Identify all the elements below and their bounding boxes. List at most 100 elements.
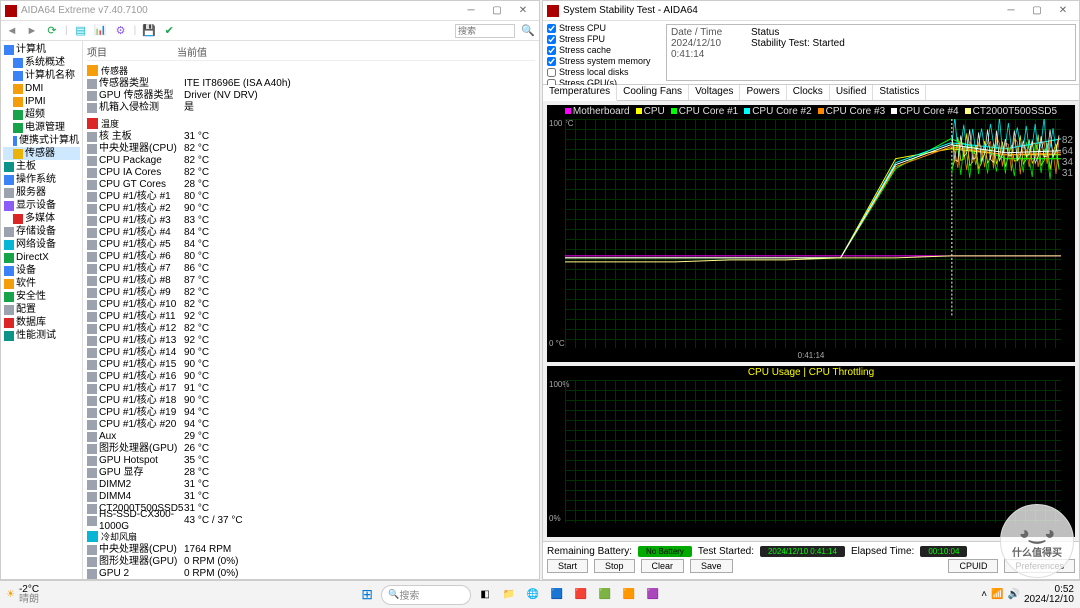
sensor-row: CPU #1/核心 #290 °C xyxy=(87,203,535,215)
tab-clocks[interactable]: Clocks xyxy=(787,85,830,100)
sensor-row: CPU #1/核心 #1192 °C xyxy=(87,311,535,323)
tree-item[interactable]: 超频 xyxy=(3,108,80,121)
cpuid-button[interactable]: CPUID xyxy=(948,559,998,573)
tab-statistics[interactable]: Statistics xyxy=(873,85,926,100)
sensor-row: Aux29 °C xyxy=(87,431,535,443)
stress-checkbox[interactable]: Stress system memory xyxy=(547,56,659,67)
tree-item[interactable]: 网络设备 xyxy=(3,238,80,251)
tree-item[interactable]: 便携式计算机 xyxy=(3,134,80,147)
tree-item[interactable]: DirectX xyxy=(3,251,80,264)
sensor-row: CPU #1/核心 #1282 °C xyxy=(87,323,535,335)
minimize-button[interactable]: ─ xyxy=(459,5,483,16)
taskbar[interactable]: ☀ -2°C 晴朗 ⊞ 🔍 搜索 ◧ 📁 🌐 🟦 🟥 🟩 🟧 🟪 ˄ 📶 🔊 0… xyxy=(0,580,1080,608)
tree-item[interactable]: 显示设备 xyxy=(3,199,80,212)
sensor-row: CPU #1/核心 #1791 °C xyxy=(87,383,535,395)
tree-item[interactable]: 计算机 xyxy=(3,43,80,56)
tree-item[interactable]: 电源管理 xyxy=(3,121,80,134)
tree-item[interactable]: DMI xyxy=(3,82,80,95)
tree-item[interactable]: 配置 xyxy=(3,303,80,316)
stress-checkbox[interactable]: Stress FPU xyxy=(547,34,659,45)
network-icon[interactable]: 📶 xyxy=(991,589,1003,600)
sensor-row: 图形处理器(GPU)26 °C xyxy=(87,443,535,455)
app-icon-1[interactable]: 🟦 xyxy=(547,585,567,605)
explorer-icon[interactable]: 📁 xyxy=(499,585,519,605)
test-started: 2024/12/10 0:41:14 xyxy=(760,546,845,557)
nav-tree[interactable]: 计算机系统概述计算机名称DMIIPMI超频电源管理便携式计算机传感器主板操作系统… xyxy=(1,41,83,579)
stop-button[interactable]: Stop xyxy=(594,559,635,573)
app-icon-2[interactable]: 🟥 xyxy=(571,585,591,605)
section-header: 传感器 xyxy=(87,64,535,77)
sensor-row: 中央处理器(CPU)1764 RPM xyxy=(87,544,535,556)
volume-icon[interactable]: 🔊 xyxy=(1007,589,1019,600)
legend-item: CPU Core #1 xyxy=(671,106,738,117)
toolbar: ◄ ► ⟳ | ▤ 📊 ⚙ | 💾 ✔ 🔍 xyxy=(1,21,539,41)
stability-test-window: System Stability Test - AIDA64 ─ ▢ ✕ Str… xyxy=(542,0,1080,580)
tab-powers[interactable]: Powers xyxy=(740,85,786,100)
sensor-row: CPU #1/核心 #584 °C xyxy=(87,239,535,251)
save-icon[interactable]: 💾 xyxy=(142,24,156,38)
taskbar-search[interactable]: 🔍 搜索 xyxy=(381,585,471,605)
stress-checkbox[interactable]: Stress CPU xyxy=(547,23,659,34)
sensor-row: CPU #1/核心 #1994 °C xyxy=(87,407,535,419)
tree-item[interactable]: 数据库 xyxy=(3,316,80,329)
tree-item[interactable]: 多媒体 xyxy=(3,212,80,225)
sensor-row: DIMM231 °C xyxy=(87,479,535,491)
tree-item[interactable]: 设备 xyxy=(3,264,80,277)
sensor-row: DIMM431 °C xyxy=(87,491,535,503)
chart-icon[interactable]: 📊 xyxy=(94,24,108,38)
refresh-icon[interactable]: ⟳ xyxy=(45,24,59,38)
start-button[interactable]: Start xyxy=(547,559,588,573)
report-icon[interactable]: ▤ xyxy=(74,24,88,38)
sensor-row: 图形处理器(GPU)0 RPM (0%) xyxy=(87,556,535,568)
fwd-icon[interactable]: ► xyxy=(25,24,39,38)
tree-item[interactable]: 计算机名称 xyxy=(3,69,80,82)
taskview-icon[interactable]: ◧ xyxy=(475,585,495,605)
back-icon[interactable]: ◄ xyxy=(5,24,19,38)
sensor-row: CPU #1/核心 #887 °C xyxy=(87,275,535,287)
pref-icon[interactable]: ✔ xyxy=(162,24,176,38)
tab-cooling fans[interactable]: Cooling Fans xyxy=(617,85,689,100)
app-icon-3[interactable]: 🟩 xyxy=(595,585,615,605)
tree-item[interactable]: IPMI xyxy=(3,95,80,108)
search-icon[interactable]: 🔍 xyxy=(521,24,535,38)
app-icon-4[interactable]: 🟧 xyxy=(619,585,639,605)
sensor-row: CPU #1/核心 #2094 °C xyxy=(87,419,535,431)
save-button[interactable]: Save xyxy=(690,559,733,573)
maximize-button[interactable]: ▢ xyxy=(1025,5,1049,16)
hw-icon[interactable]: ⚙ xyxy=(114,24,128,38)
elapsed-time: 00:10:04 xyxy=(920,546,967,557)
sensor-row: CPU #1/核心 #1490 °C xyxy=(87,347,535,359)
tree-item[interactable]: 服务器 xyxy=(3,186,80,199)
tree-item[interactable]: 系统概述 xyxy=(3,56,80,69)
tree-item[interactable]: 性能测试 xyxy=(3,329,80,342)
start-icon[interactable]: ⊞ xyxy=(357,585,377,605)
tab-temperatures[interactable]: Temperatures xyxy=(543,85,617,101)
edge-icon[interactable]: 🌐 xyxy=(523,585,543,605)
sensor-row: 机箱入侵检测是 xyxy=(87,102,535,114)
tree-item[interactable]: 存储设备 xyxy=(3,225,80,238)
preferences-button[interactable]: Preferences xyxy=(1004,559,1075,573)
app-icon-5[interactable]: 🟪 xyxy=(643,585,663,605)
tab-usified[interactable]: Usified xyxy=(830,85,874,100)
sensor-row: CPU #1/核心 #180 °C xyxy=(87,191,535,203)
tree-item[interactable]: 主板 xyxy=(3,160,80,173)
clear-button[interactable]: Clear xyxy=(641,559,685,573)
close-button[interactable]: ✕ xyxy=(511,5,535,16)
window-title: System Stability Test - AIDA64 xyxy=(563,5,999,16)
tree-item[interactable]: 传感器 xyxy=(3,147,80,160)
stress-checkbox[interactable]: Stress cache xyxy=(547,45,659,56)
legend-item: CT2000T500SSD5 xyxy=(965,106,1058,117)
sensor-row: CPU #1/核心 #484 °C xyxy=(87,227,535,239)
minimize-button[interactable]: ─ xyxy=(999,5,1023,16)
search-input[interactable] xyxy=(455,24,515,38)
tree-item[interactable]: 安全性 xyxy=(3,290,80,303)
sensor-row: CPU #1/核心 #383 °C xyxy=(87,215,535,227)
tab-voltages[interactable]: Voltages xyxy=(689,85,740,100)
tray-up-icon[interactable]: ˄ xyxy=(981,589,987,600)
stress-checkbox[interactable]: Stress local disks xyxy=(547,67,659,78)
maximize-button[interactable]: ▢ xyxy=(485,5,509,16)
tree-item[interactable]: 操作系统 xyxy=(3,173,80,186)
close-button[interactable]: ✕ xyxy=(1051,5,1075,16)
tree-item[interactable]: 软件 xyxy=(3,277,80,290)
weather-icon[interactable]: ☀ xyxy=(6,589,15,600)
